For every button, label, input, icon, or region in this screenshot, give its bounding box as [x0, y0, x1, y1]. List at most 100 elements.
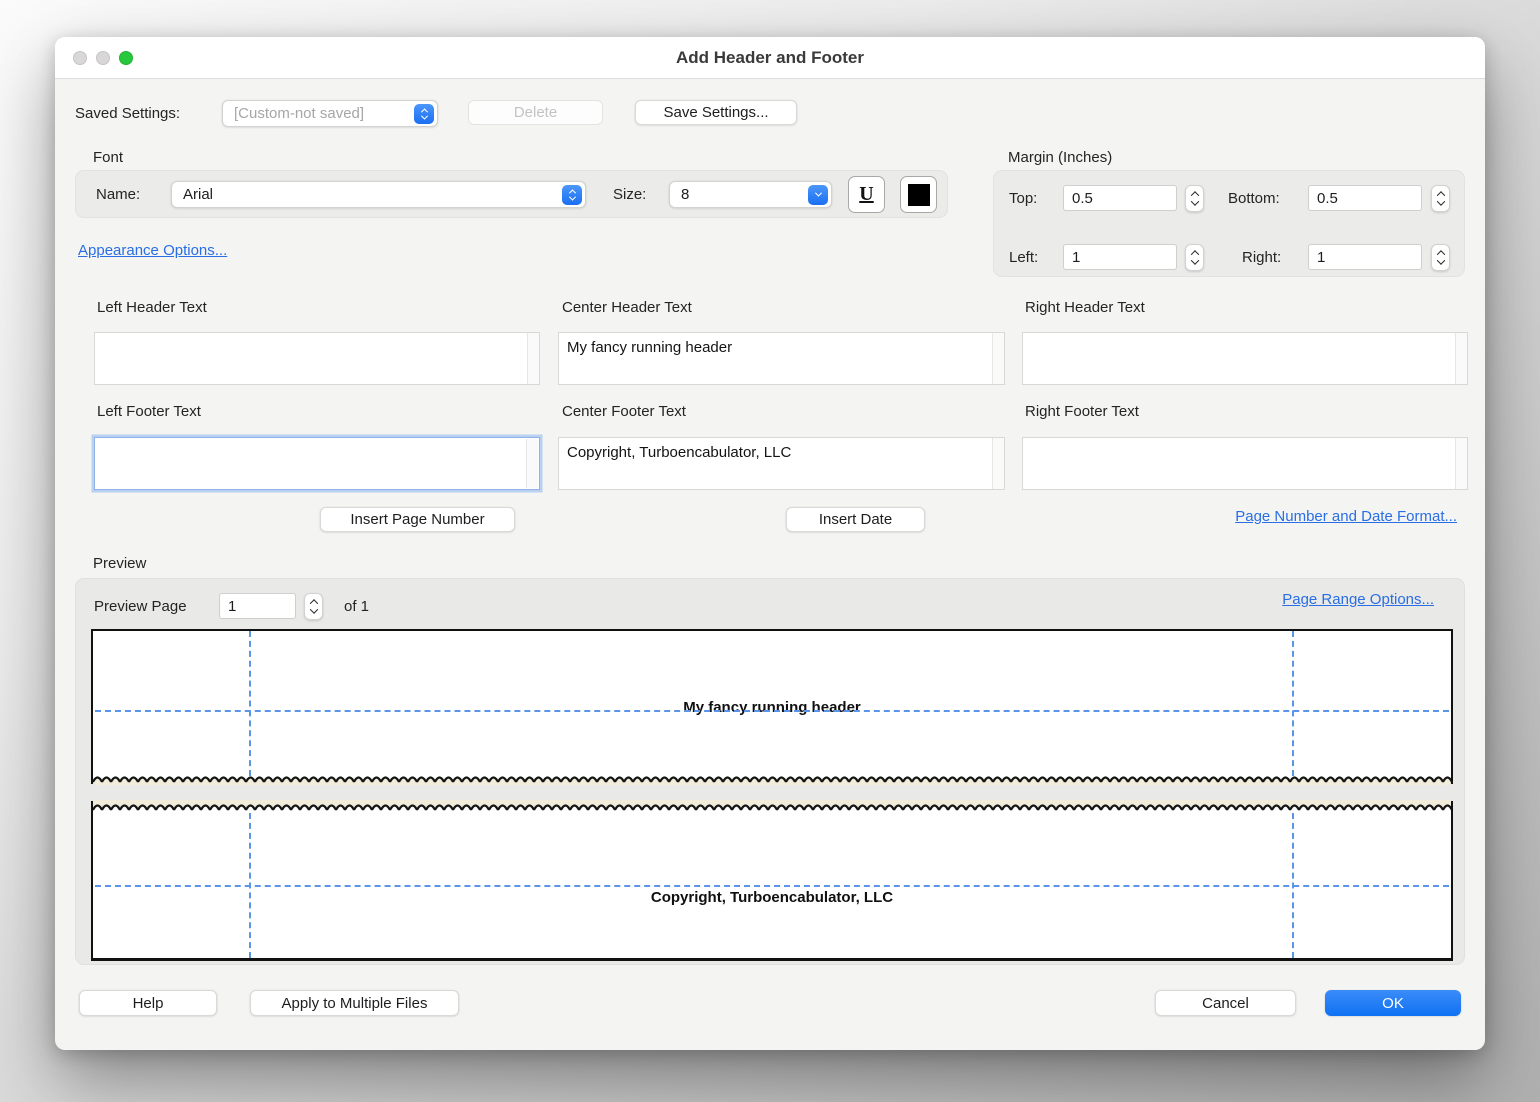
right-margin-guide-line: [1292, 813, 1294, 958]
margin-top-input[interactable]: [1063, 185, 1177, 211]
dialog-add-header-footer: Add Header and Footer Saved Settings: [C…: [55, 37, 1485, 1050]
scrollbar-track[interactable]: [1455, 333, 1467, 384]
insert-page-number-button[interactable]: Insert Page Number: [320, 507, 515, 532]
minimize-window-icon[interactable]: [96, 51, 110, 65]
font-size-value: 8: [670, 186, 808, 203]
insert-page-number-label: Insert Page Number: [350, 511, 484, 528]
saved-settings-label: Saved Settings:: [75, 105, 180, 122]
margin-bottom-stepper[interactable]: [1431, 185, 1450, 212]
close-window-icon[interactable]: [73, 51, 87, 65]
left-margin-guide-line: [249, 813, 251, 958]
font-name-label: Name:: [96, 186, 140, 203]
font-section-label: Font: [93, 149, 123, 166]
left-header-textarea[interactable]: [94, 332, 540, 385]
font-size-combo[interactable]: 8: [669, 181, 832, 208]
scrollbar-track[interactable]: [1455, 438, 1467, 489]
preview-page-count-label: of 1: [344, 598, 369, 615]
preview-page-top-half: My fancy running header: [91, 629, 1453, 784]
page-range-options-link[interactable]: Page Range Options...: [1282, 591, 1434, 608]
save-settings-button[interactable]: Save Settings...: [635, 100, 797, 125]
save-settings-label: Save Settings...: [663, 104, 768, 121]
cancel-label: Cancel: [1202, 995, 1249, 1012]
help-button[interactable]: Help: [79, 990, 217, 1016]
torn-edge-icon: [93, 773, 1451, 785]
preview-section-label: Preview: [93, 555, 146, 572]
underline-toggle-button[interactable]: U: [848, 176, 885, 213]
zoom-window-icon[interactable]: [119, 51, 133, 65]
underline-glyph: U: [859, 183, 873, 206]
margin-bottom-label: Bottom:: [1228, 190, 1280, 207]
up-down-chevrons-icon: [562, 185, 582, 205]
center-header-textarea[interactable]: My fancy running header: [558, 332, 1005, 385]
cancel-button[interactable]: Cancel: [1155, 990, 1296, 1016]
left-header-field-wrap: [94, 332, 540, 385]
center-footer-label: Center Footer Text: [562, 403, 686, 420]
window-title: Add Header and Footer: [676, 48, 864, 68]
center-header-label: Center Header Text: [562, 299, 692, 316]
preview-page-label: Preview Page: [94, 598, 187, 615]
scrollbar-track[interactable]: [992, 333, 1004, 384]
help-label: Help: [133, 995, 164, 1012]
font-name-dropdown[interactable]: Arial: [171, 181, 586, 208]
preview-footer-text: Copyright, Turboencabulator, LLC: [93, 889, 1451, 906]
saved-settings-value: [Custom-not saved]: [223, 105, 414, 122]
traffic-lights: [73, 37, 133, 79]
ok-label: OK: [1382, 995, 1404, 1012]
preview-page-input[interactable]: [219, 593, 296, 619]
left-margin-guide-line: [249, 631, 251, 776]
insert-date-label: Insert Date: [819, 511, 892, 528]
color-swatch-icon: [908, 184, 930, 206]
footer-margin-guide-line: [95, 885, 1449, 887]
margin-left-stepper[interactable]: [1185, 244, 1204, 271]
font-color-button[interactable]: [900, 176, 937, 213]
left-footer-label: Left Footer Text: [97, 403, 201, 420]
preview-page-bottom-half: Copyright, Turboencabulator, LLC: [91, 801, 1453, 961]
scrollbar-track[interactable]: [526, 439, 538, 488]
right-header-field-wrap: [1022, 332, 1468, 385]
margin-top-label: Top:: [1009, 190, 1037, 207]
delete-settings-button[interactable]: Delete: [468, 100, 603, 125]
ok-button[interactable]: OK: [1325, 990, 1461, 1016]
margin-section-label: Margin (Inches): [1008, 149, 1112, 166]
header-margin-guide-line: [95, 710, 1449, 712]
page-number-date-format-link[interactable]: Page Number and Date Format...: [1235, 508, 1457, 525]
up-down-chevrons-icon: [414, 104, 434, 124]
scrollbar-track[interactable]: [992, 438, 1004, 489]
left-header-label: Left Header Text: [97, 299, 207, 316]
right-header-label: Right Header Text: [1025, 299, 1145, 316]
margin-groupbox: Top: Bottom: Left: Right:: [993, 170, 1465, 277]
right-header-textarea[interactable]: [1022, 332, 1468, 385]
apply-to-multiple-files-label: Apply to Multiple Files: [282, 995, 428, 1012]
saved-settings-dropdown[interactable]: [Custom-not saved]: [222, 100, 438, 127]
margin-right-label: Right:: [1242, 249, 1281, 266]
torn-edge-icon: [93, 800, 1451, 812]
preview-header-text: My fancy running header: [93, 699, 1451, 716]
down-chevron-icon: [808, 185, 828, 205]
scrollbar-track[interactable]: [527, 333, 539, 384]
preview-groupbox: Preview Page of 1 Page Range Options... …: [75, 578, 1465, 965]
right-footer-textarea[interactable]: [1022, 437, 1468, 490]
margin-right-input[interactable]: [1308, 244, 1422, 270]
preview-page-stepper[interactable]: [304, 593, 323, 620]
title-bar: Add Header and Footer: [55, 37, 1485, 79]
right-footer-label: Right Footer Text: [1025, 403, 1139, 420]
margin-top-stepper[interactable]: [1185, 185, 1204, 212]
center-footer-field-wrap: Copyright, Turboencabulator, LLC: [558, 437, 1005, 490]
delete-settings-label: Delete: [514, 104, 557, 121]
appearance-options-link[interactable]: Appearance Options...: [78, 242, 227, 259]
preview-page-canvas: My fancy running header: [91, 629, 1453, 961]
center-header-field-wrap: My fancy running header: [558, 332, 1005, 385]
apply-to-multiple-files-button[interactable]: Apply to Multiple Files: [250, 990, 459, 1016]
margin-bottom-input[interactable]: [1308, 185, 1422, 211]
font-groupbox: Name: Arial Size: 8 U: [75, 170, 948, 218]
margin-right-stepper[interactable]: [1431, 244, 1450, 271]
margin-left-input[interactable]: [1063, 244, 1177, 270]
right-margin-guide-line: [1292, 631, 1294, 776]
font-size-label: Size:: [613, 186, 646, 203]
left-footer-field-wrap: [94, 437, 540, 490]
margin-left-label: Left:: [1009, 249, 1038, 266]
center-footer-textarea[interactable]: Copyright, Turboencabulator, LLC: [558, 437, 1005, 490]
insert-date-button[interactable]: Insert Date: [786, 507, 925, 532]
right-footer-field-wrap: [1022, 437, 1468, 490]
left-footer-textarea[interactable]: [94, 437, 540, 490]
